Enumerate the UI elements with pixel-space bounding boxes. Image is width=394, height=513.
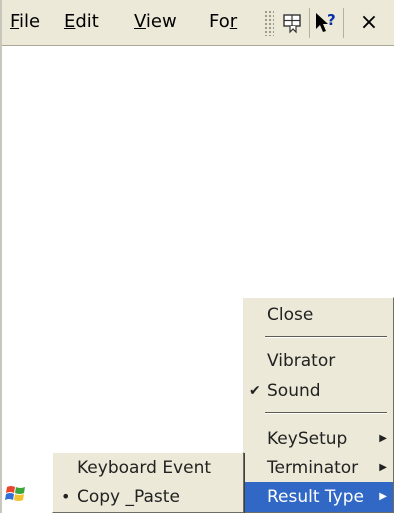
input-panel-icon[interactable] — [278, 6, 308, 40]
menu-item-sound[interactable]: ✔ Sound — [243, 376, 393, 406]
menu-item-result-type[interactable]: Result Type ▶ — [243, 482, 393, 512]
menu-separator — [265, 412, 387, 414]
menu-item-keyboard-event[interactable]: Keyboard Event — [53, 453, 243, 483]
result-type-submenu: Keyboard Event • Copy _Paste — [52, 452, 244, 513]
toolbar-separator — [343, 8, 344, 38]
options-menu: Close Vibrator ✔ Sound KeySetup ▶ Termin… — [242, 297, 394, 513]
svg-text:?: ? — [327, 11, 336, 29]
close-icon: × — [359, 10, 379, 35]
menu-file[interactable]: File — [10, 11, 40, 33]
menu-edit[interactable]: Edit — [64, 11, 99, 33]
menu-item-vibrator[interactable]: Vibrator — [243, 346, 393, 376]
windows-start-icon[interactable] — [4, 482, 28, 506]
menu-item-copy-paste[interactable]: • Copy _Paste — [53, 482, 243, 512]
menu-item-close[interactable]: Close — [243, 300, 393, 330]
whats-this-help-icon: ? — [316, 11, 336, 32]
submenu-arrow-icon: ▶ — [379, 491, 387, 502]
radio-bullet-icon: • — [61, 487, 71, 506]
menu-item-terminator[interactable]: Terminator ▶ — [243, 453, 393, 483]
close-button[interactable]: × — [354, 6, 384, 40]
menu-separator — [265, 336, 387, 338]
submenu-arrow-icon: ▶ — [379, 462, 387, 473]
menu-bar: File Edit View For ? × — [2, 0, 394, 46]
menu-item-keysetup[interactable]: KeySetup ▶ — [243, 424, 393, 454]
submenu-arrow-icon: ▶ — [379, 433, 387, 444]
checkmark-icon: ✔ — [249, 383, 261, 399]
toolbar-separator — [309, 8, 310, 38]
help-button[interactable]: ? — [312, 6, 342, 40]
toolbar-grip[interactable] — [264, 10, 274, 36]
menu-format[interactable]: For — [209, 11, 259, 33]
menu-view[interactable]: View — [134, 11, 177, 33]
keyboard-icon — [283, 14, 301, 34]
